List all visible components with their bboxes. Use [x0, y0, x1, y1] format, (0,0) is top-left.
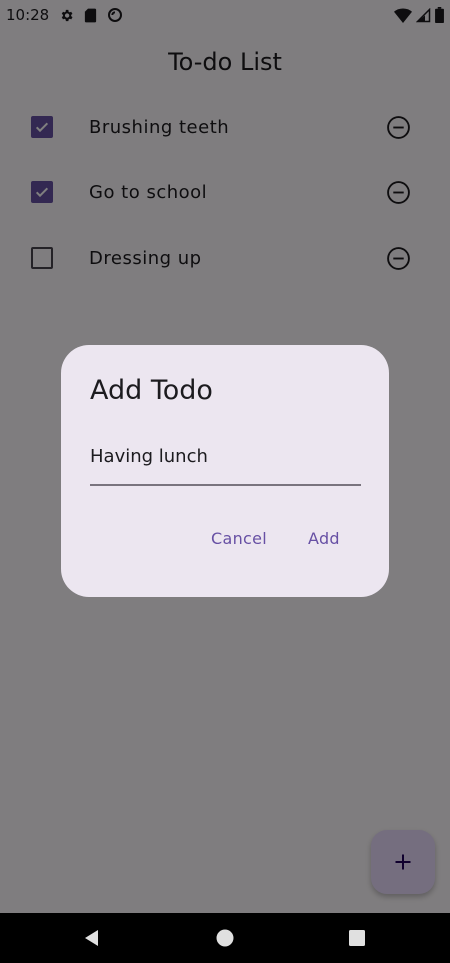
navigation-bar	[0, 913, 450, 963]
todo-input-value: Having lunch	[90, 446, 208, 467]
recents-icon	[349, 930, 365, 946]
input-underline	[90, 484, 361, 486]
add-todo-dialog: Add Todo Having lunch Cancel Add	[61, 345, 389, 597]
back-icon	[85, 930, 98, 946]
add-button[interactable]: Add	[308, 529, 340, 548]
todo-input[interactable]: Having lunch	[90, 440, 361, 486]
home-button[interactable]	[195, 913, 255, 963]
dialog-title: Add Todo	[90, 375, 213, 406]
cancel-button[interactable]: Cancel	[211, 529, 267, 548]
back-button[interactable]	[62, 913, 122, 963]
app-screen: 10:28 To-do List	[0, 0, 450, 963]
home-icon	[216, 929, 234, 947]
recents-button[interactable]	[327, 913, 387, 963]
